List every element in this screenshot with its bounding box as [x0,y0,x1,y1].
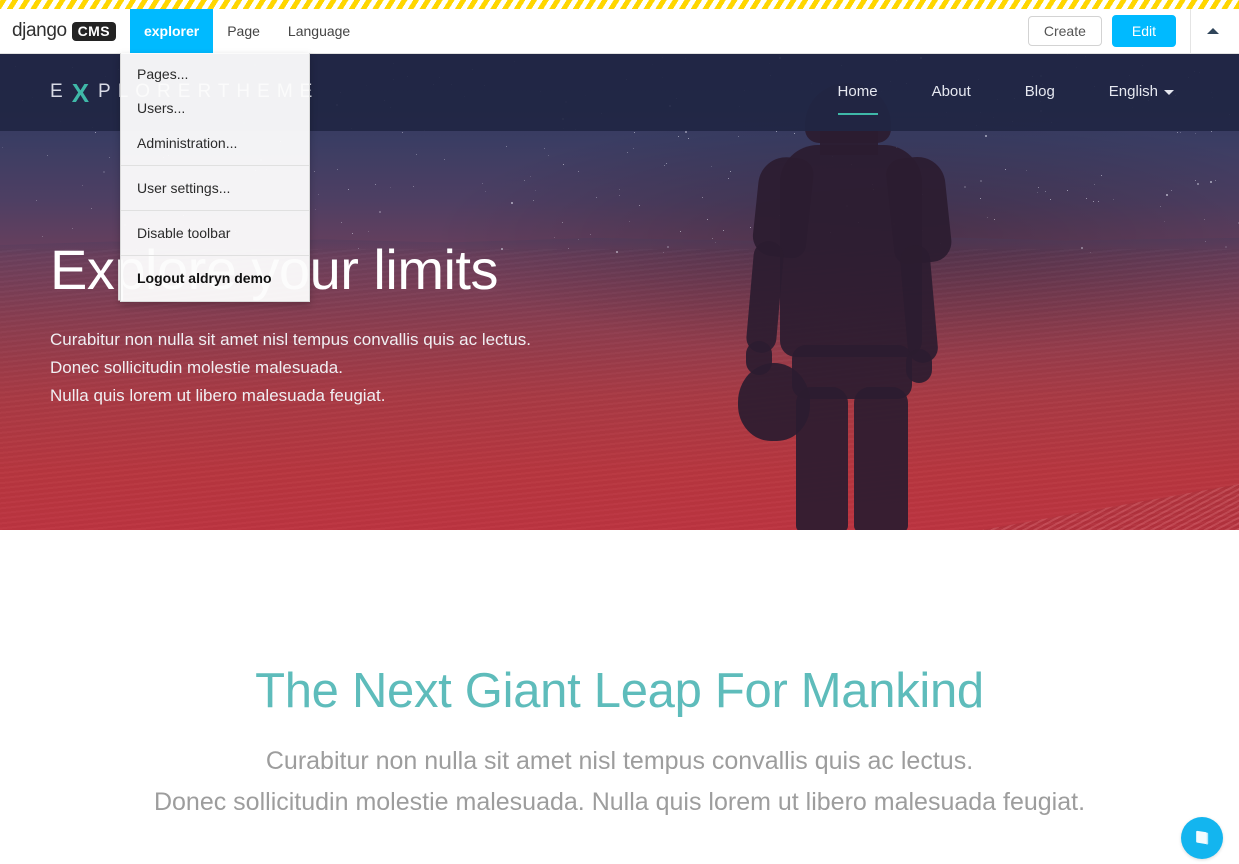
section-heading: The Next Giant Leap For Mankind [255,664,984,718]
menu-separator [121,164,309,166]
nav-language-label: English [1108,83,1158,100]
toolbar-menu-page-label: Page [227,23,260,39]
chevron-down-icon [1164,89,1174,95]
nav-link-blog[interactable]: Blog [998,75,1082,109]
toolbar-menu-language-label: Language [287,23,351,39]
cms-badge: CMS [71,21,116,41]
site-logo-x-mark: X [71,77,97,108]
menu-item-logout[interactable]: Logout aldryn demo [121,261,309,300]
nav-link-home-label: Home [837,83,878,100]
toolbar-menu-explorer[interactable]: explorer [129,9,214,53]
book-icon [1196,830,1209,845]
django-cms-logo: django CMS [12,20,116,42]
nav-language-selector[interactable]: English [1082,75,1201,109]
menu-item-pages[interactable]: Pages... [121,57,309,91]
toolbar-menu-language[interactable]: Language [274,9,364,53]
menu-separator [121,210,309,212]
toolbar-collapse-button[interactable] [1191,9,1235,53]
toolbar-menu-explorer-label: explorer [143,23,200,39]
hero-subtitle-line: Donec sollicitudin molestie malesuada. [50,357,343,377]
create-button[interactable]: Create [1027,15,1102,47]
menu-item-disable-toolbar[interactable]: Disable toolbar [121,216,309,250]
hero-subtitle: Curabitur non nulla sit amet nisl tempus… [50,326,531,410]
site-nav-links: Home About Blog English [811,75,1201,115]
explorer-dropdown-menu: Pages... Users... Administration... User… [120,53,310,302]
menu-item-administration[interactable]: Administration... [121,126,309,160]
chevron-up-icon [1207,28,1219,34]
edit-mode-hazard-stripe [0,0,1239,9]
menu-separator [121,255,309,257]
section-paragraph-line: Donec sollicitudin molestie malesuada. N… [153,787,1086,816]
hero-subtitle-line: Nulla quis lorem ut libero malesuada feu… [50,385,386,405]
help-book-button[interactable] [1181,817,1223,859]
section-paragraph: Curabitur non nulla sit amet nisl tempus… [0,741,1239,823]
menu-item-user-settings[interactable]: User settings... [121,171,309,205]
site-logo-prefix: E [50,81,70,102]
toolbar-menu-page[interactable]: Page [213,9,274,53]
nav-link-about-label: About [931,83,971,100]
main-content-section: The Next Giant Leap For Mankind Curabitu… [0,530,1239,864]
hero-subtitle-line: Curabitur non nulla sit amet nisl tempus… [50,329,531,349]
toolbar-actions: Create Edit [1027,9,1239,53]
django-wordmark: django [12,20,67,41]
nav-link-blog-label: Blog [1024,83,1055,100]
nav-link-about[interactable]: About [905,75,998,109]
section-paragraph-line: Curabitur non nulla sit amet nisl tempus… [265,746,974,775]
cms-toolbar: django CMS explorer Page Language Create… [0,0,1239,54]
edit-button[interactable]: Edit [1111,14,1176,48]
toolbar-menu: explorer Page Language [129,9,364,53]
nav-link-home[interactable]: Home [811,75,905,115]
menu-item-users[interactable]: Users... [121,91,309,125]
